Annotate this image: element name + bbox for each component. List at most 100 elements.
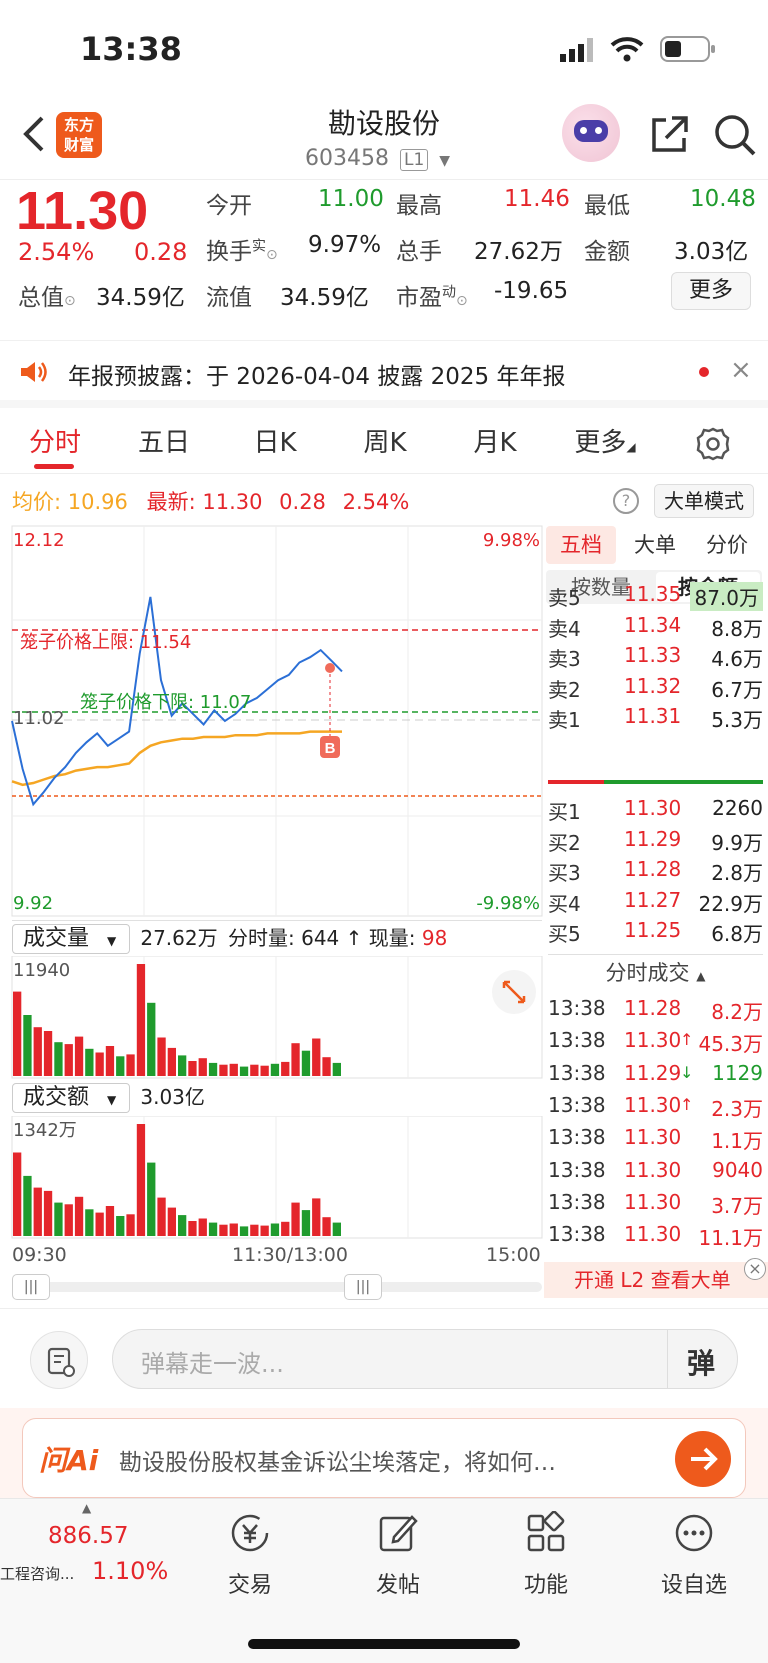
amount-total: 3.03亿 (140, 1085, 205, 1109)
index-pct: 1.10% (92, 1557, 169, 1585)
level-amount: 6.7万 (711, 677, 763, 702)
volume-bar (54, 1202, 63, 1236)
danmu-input[interactable]: 弹幕走一波... 弹 (112, 1329, 738, 1389)
speaker-icon (18, 359, 48, 389)
bids-row[interactable]: 买2 11.29 9.9万 (548, 823, 763, 855)
trade-time: 13:38 (548, 996, 606, 1020)
notes-icon[interactable] (30, 1331, 88, 1389)
unread-dot (699, 367, 709, 377)
l2-banner[interactable]: 开通 L2 查看大单 (544, 1262, 768, 1298)
expand-icon[interactable] (492, 970, 536, 1014)
volume-bar (178, 1215, 187, 1236)
tab-weekly-k[interactable]: 周K (345, 412, 425, 474)
nav-trade[interactable]: 交易 (190, 1511, 310, 1599)
robot-avatar[interactable] (562, 104, 620, 162)
now-volume: 98 (421, 926, 448, 950)
level-price: 11.27 (624, 887, 682, 912)
tab-price-distribution[interactable]: 分价 (692, 526, 762, 564)
status-time: 13:38 (80, 30, 182, 68)
asks-row[interactable]: 卖1 11.31 5.3万 (548, 700, 763, 732)
amount-header: 成交额 ▼ 3.03亿 (12, 1080, 542, 1114)
level-amount: 4.6万 (711, 647, 763, 671)
pe-label: 市盈动⊙ (396, 284, 468, 311)
level-amount: 2260 (712, 796, 763, 820)
tab-more[interactable]: 更多◢ (560, 412, 650, 474)
avg-label: 均价: (12, 490, 62, 514)
share-icon[interactable] (648, 114, 690, 160)
x-label-midday: 11:30/13:00 (232, 1244, 348, 1266)
asks-row[interactable]: 卖2 11.32 6.7万 (548, 670, 763, 702)
nav-functions[interactable]: 功能 (486, 1510, 606, 1599)
range-slider-right-handle[interactable]: ||| (344, 1274, 382, 1300)
amount-chart[interactable]: 1342万 (0, 1116, 548, 1242)
volume-bar (167, 1047, 176, 1076)
trade-amount: 11.1万 (698, 1226, 763, 1251)
trades-header[interactable]: 分时成交 ▲ (548, 954, 763, 990)
tab-daily-k[interactable]: 日K (235, 412, 315, 474)
volume-chart[interactable]: 11940 (0, 956, 548, 1082)
level-label: 买2 (548, 830, 581, 855)
pct-max-label: 9.98% (483, 530, 540, 551)
nav-watchlist[interactable]: 设自选 (634, 1511, 754, 1599)
trade-time: 13:38 (548, 1125, 606, 1150)
trade-row: 13:38 11.30 11.1万 (548, 1218, 763, 1252)
notice-bar[interactable]: 年报预披露：于 2026-04-04 披露 2025 年年报 × (0, 340, 768, 408)
caret-down-icon: ▼ (107, 1093, 117, 1107)
level-amount: 8.8万 (711, 616, 763, 641)
high-label: 最高 (396, 193, 442, 219)
stock-code-selector[interactable]: 603458 L1 ▼ (305, 146, 450, 171)
asks-row[interactable]: 卖3 11.33 4.6万 (548, 639, 763, 671)
volume-bar (157, 1037, 166, 1076)
index-name: 工程咨询... (0, 1565, 75, 1583)
volume-value: 27.62万 (474, 239, 563, 265)
change-value: 0.28 (134, 238, 188, 266)
bids-row[interactable]: 买3 11.28 2.8万 (548, 853, 763, 885)
mktcap-value: 34.59亿 (96, 285, 185, 311)
trade-row: 13:38 11.28 8.2万 (548, 992, 763, 1026)
level-badge: L1 (399, 149, 429, 171)
arrow-right-icon[interactable] (675, 1431, 731, 1487)
close-icon[interactable]: × (730, 355, 752, 385)
volume-bar (229, 1223, 238, 1236)
intraday-chart[interactable]: B 12.12 11.02 9.92 9.98% -9.98% 笼子价格上限: … (0, 520, 548, 920)
help-icon[interactable]: ? (613, 488, 639, 514)
volume-max-label: 11940 (13, 960, 70, 981)
index-value[interactable]: 886.57 (48, 1523, 128, 1549)
level-label: 买3 (548, 861, 581, 885)
large-order-mode-button[interactable]: 大单模式 (654, 484, 754, 518)
tab-large-orders[interactable]: 大单 (620, 526, 690, 564)
low-value: 10.48 (690, 186, 756, 212)
volume-bar (178, 1055, 187, 1076)
more-button[interactable]: 更多 (671, 272, 751, 310)
tab-five-levels[interactable]: 五档 (546, 526, 616, 564)
bids-row[interactable]: 买1 11.30 2260 (548, 792, 763, 824)
search-icon[interactable] (712, 112, 758, 162)
range-slider-left-handle[interactable]: ||| (12, 1274, 50, 1300)
gear-icon[interactable] (695, 426, 731, 466)
signal-icon (560, 38, 596, 66)
tab-5day[interactable]: 五日 (124, 412, 204, 474)
trade-arrow: ↓ (680, 1062, 694, 1082)
tab-monthly-k[interactable]: 月K (455, 412, 535, 474)
y-max-label: 12.12 (13, 530, 65, 551)
bids-row[interactable]: 买4 11.27 22.9万 (548, 884, 763, 916)
bids-row[interactable]: 买5 11.25 6.8万 (548, 914, 763, 946)
danmu-placeholder: 弹幕走一波... (141, 1350, 284, 1378)
close-icon[interactable]: × (744, 1258, 766, 1280)
ai-suggestion[interactable]: 问Ai 勘设股份股权基金诉讼尘埃落定，将如何… (22, 1418, 746, 1498)
notice-text: 年报预披露：于 2026-04-04 披露 2025 年年报 (68, 364, 566, 390)
nav-post[interactable]: 发帖 (338, 1511, 458, 1599)
level-amount: 87.0万 (690, 582, 763, 611)
volume-dropdown[interactable]: 成交量 ▼ (12, 924, 130, 954)
range-slider-track[interactable] (12, 1282, 542, 1292)
nav-post-label: 发帖 (375, 1573, 420, 1598)
asks-row[interactable]: 卖5 11.35 87.0万 (548, 578, 763, 611)
volume-bar (147, 1162, 156, 1236)
nav-trade-label: 交易 (227, 1573, 272, 1598)
amount-dropdown[interactable]: 成交额 ▼ (12, 1083, 130, 1113)
trade-amount: 2.3万 (711, 1096, 763, 1121)
danmu-toggle-icon[interactable]: 弹 (687, 1342, 715, 1382)
asks-row[interactable]: 卖4 11.34 8.8万 (548, 609, 763, 641)
comment-bar: 弹幕走一波... 弹 (0, 1308, 768, 1408)
volume-bar (250, 1224, 259, 1236)
